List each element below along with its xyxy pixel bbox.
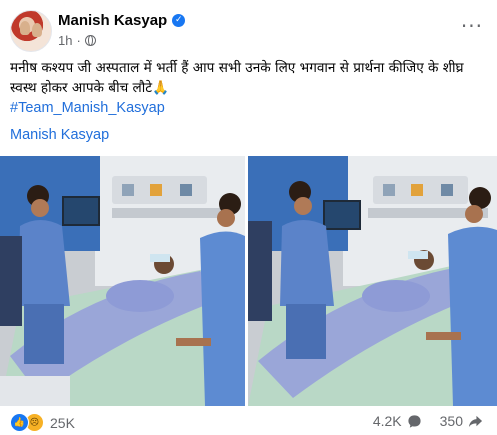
author-name[interactable]: Manish Kasyap	[58, 12, 167, 29]
post-photo-1[interactable]	[0, 156, 245, 406]
like-reaction-icon: 👍	[10, 413, 29, 432]
share-icon[interactable]	[468, 414, 483, 429]
hashtag-link[interactable]: #Team_Manish_Kasyap	[10, 100, 165, 116]
comment-icon[interactable]	[407, 414, 422, 429]
author-avatar[interactable]	[10, 10, 52, 52]
engagement-stats: 4.2K 350	[373, 413, 483, 429]
post-header: Manish Kasyap ✓ 1h · ···	[10, 10, 487, 54]
post-meta: 1h ·	[58, 33, 96, 48]
share-count[interactable]: 350	[440, 413, 463, 429]
post-text: मनीष कश्यप जी अस्पताल में भर्ती हैं आप स…	[10, 60, 464, 96]
page-mention-link[interactable]: Manish Kasyap	[10, 127, 109, 143]
post-footer: 👍 ☹ 25K 4.2K 350	[10, 413, 487, 433]
post-time[interactable]: 1h	[58, 33, 72, 48]
reaction-count: 25K	[50, 414, 75, 431]
author-row: Manish Kasyap ✓	[58, 12, 186, 29]
hospital-photo-1	[0, 156, 245, 406]
comment-count[interactable]: 4.2K	[373, 413, 402, 429]
reaction-summary[interactable]: 👍 ☹ 25K	[10, 413, 75, 432]
more-options-icon[interactable]: ···	[461, 16, 483, 36]
meta-separator: ·	[76, 33, 81, 48]
globe-icon	[84, 35, 96, 46]
verified-badge-icon: ✓	[172, 14, 186, 27]
hospital-photo-2	[248, 156, 497, 406]
post-photo-2[interactable]	[248, 156, 497, 406]
